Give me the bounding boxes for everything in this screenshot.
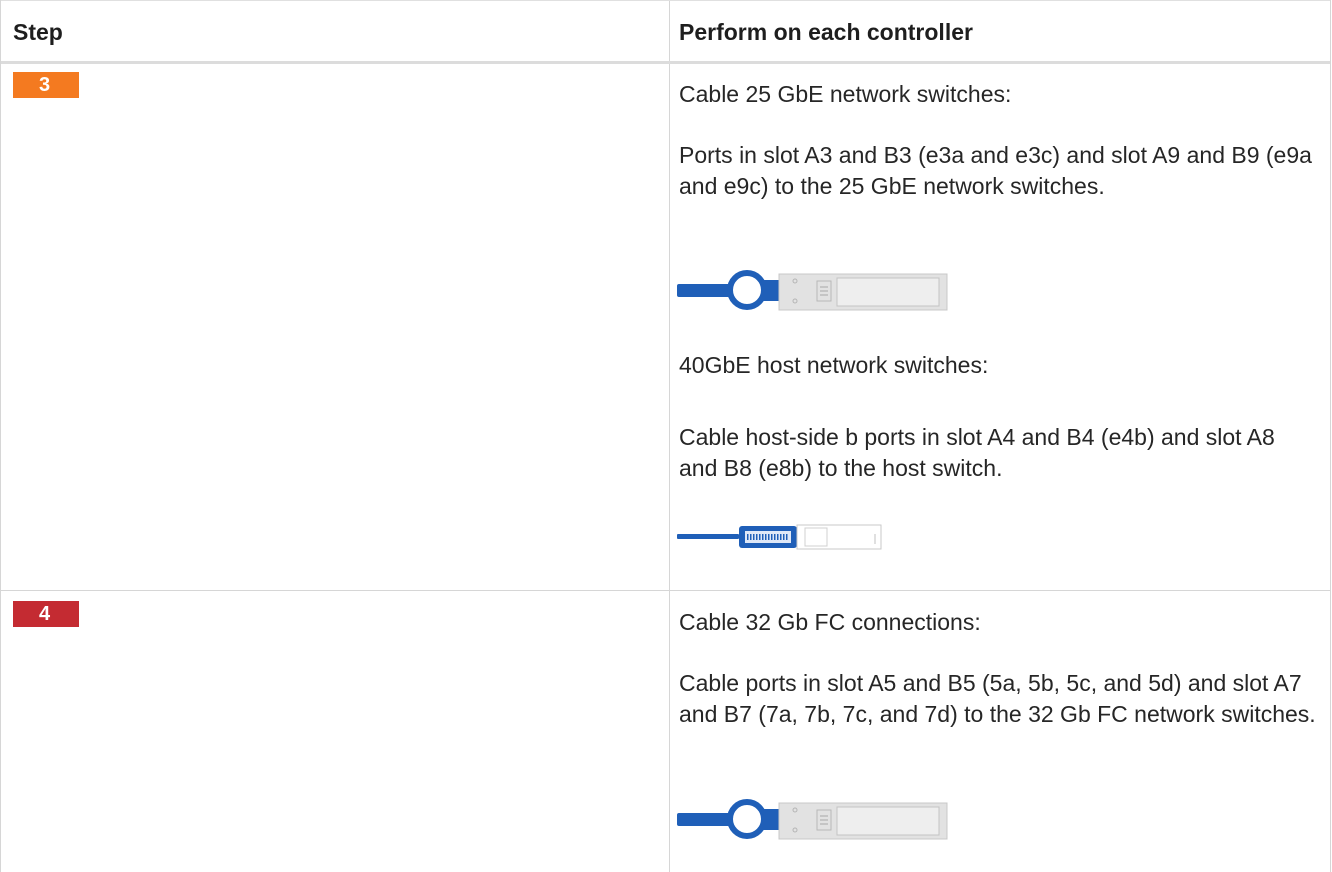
step-4-badge: 4 (13, 601, 79, 627)
step-4-ports-text: Cable ports in slot A5 and B5 (5a, 5b, 5… (679, 670, 1316, 727)
step-4-heading: Cable 32 Gb FC connections: (679, 609, 981, 635)
cabling-table: Step Perform on each controller 3 Cable … (0, 0, 1331, 872)
step-3-heading: Cable 25 GbE network switches: (679, 81, 1012, 107)
step-3-ports-text: Ports in slot A3 and B3 (e3a and e3c) an… (679, 142, 1312, 199)
header-perform: Perform on each controller (679, 19, 973, 45)
row-divider (1, 590, 1330, 591)
step-3-host-text: Cable host-side b ports in slot A4 and B… (679, 424, 1275, 481)
sfp28-cable-icon (677, 799, 948, 840)
step-3-badge: 3 (13, 72, 79, 98)
sfp28-cable-icon (677, 270, 948, 311)
header-step: Step (13, 19, 63, 45)
qsfp-cable-icon (677, 524, 882, 550)
step-3-host-heading: 40GbE host network switches: (679, 352, 989, 378)
table-header-row: Step Perform on each controller (1, 0, 1330, 64)
column-divider (669, 0, 670, 872)
